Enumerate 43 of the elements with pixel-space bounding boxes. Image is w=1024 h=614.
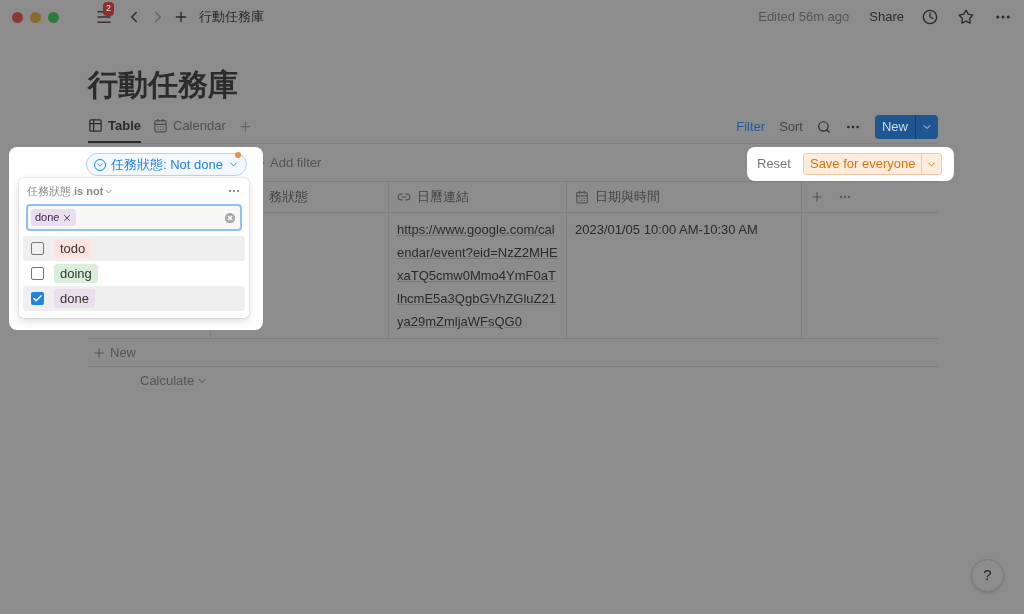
filter-value-field[interactable]: done <box>26 204 242 231</box>
star-icon[interactable] <box>958 9 974 25</box>
status-tag: doing <box>54 263 98 284</box>
value-chip: done <box>31 209 77 226</box>
share-button[interactable]: Share <box>869 7 904 27</box>
filter-property: 任務狀態 <box>27 183 71 199</box>
breadcrumb[interactable]: 行動任務庫 <box>199 7 264 27</box>
filter-option[interactable]: doing <box>23 261 245 286</box>
table-icon <box>88 118 103 133</box>
status-tag: done <box>54 288 95 309</box>
clock-icon[interactable] <box>922 9 938 25</box>
help-button[interactable]: ? <box>971 559 1004 592</box>
checkbox[interactable] <box>31 267 44 280</box>
calendar-link[interactable]: https://www.google.com/calendar/event?eid=NzZ2MHExaTQ5cmw0Mmo4YmF0aTlhcmE5a3QgbGVhZGluZ21ya29mZmljaWFsQG0 <box>397 218 558 333</box>
add-column-icon[interactable] <box>810 190 824 204</box>
remove-icon[interactable] <box>62 212 73 223</box>
filter-option[interactable]: todo <box>23 236 245 261</box>
checkbox[interactable] <box>31 242 44 255</box>
checkbox[interactable] <box>31 292 44 305</box>
search-icon[interactable] <box>817 119 831 134</box>
operator-dropdown[interactable]: is not <box>74 182 115 200</box>
notification-badge: 2 <box>103 2 114 16</box>
column-header[interactable]: 務狀態 <box>269 187 308 207</box>
status-tag: todo <box>54 238 92 259</box>
calendar-icon <box>153 118 168 133</box>
table-cell: 2023/01/05 10:00 AM-10:30 AM <box>575 222 758 237</box>
column-header[interactable]: 日曆連結 <box>417 187 469 207</box>
add-view-icon[interactable] <box>237 119 253 134</box>
link-icon <box>397 190 411 204</box>
column-header[interactable]: 日期與時間 <box>595 187 660 207</box>
sort-button[interactable]: Sort <box>779 116 803 137</box>
view-tab[interactable]: Table <box>88 110 141 143</box>
add-row-icon <box>92 345 106 360</box>
active-filter-pill[interactable]: 任務狀態: Not done <box>86 153 247 176</box>
view-tab[interactable]: Calendar <box>153 110 226 143</box>
check-icon <box>32 293 43 304</box>
page-title: 行動任務庫 <box>88 67 239 103</box>
calendar-icon <box>575 190 589 204</box>
filter-option[interactable]: done <box>23 286 245 311</box>
reset-button[interactable]: Reset <box>757 154 791 174</box>
clear-icon[interactable] <box>223 210 237 225</box>
add-icon[interactable] <box>173 9 189 25</box>
filter-button[interactable]: Filter <box>736 116 766 137</box>
